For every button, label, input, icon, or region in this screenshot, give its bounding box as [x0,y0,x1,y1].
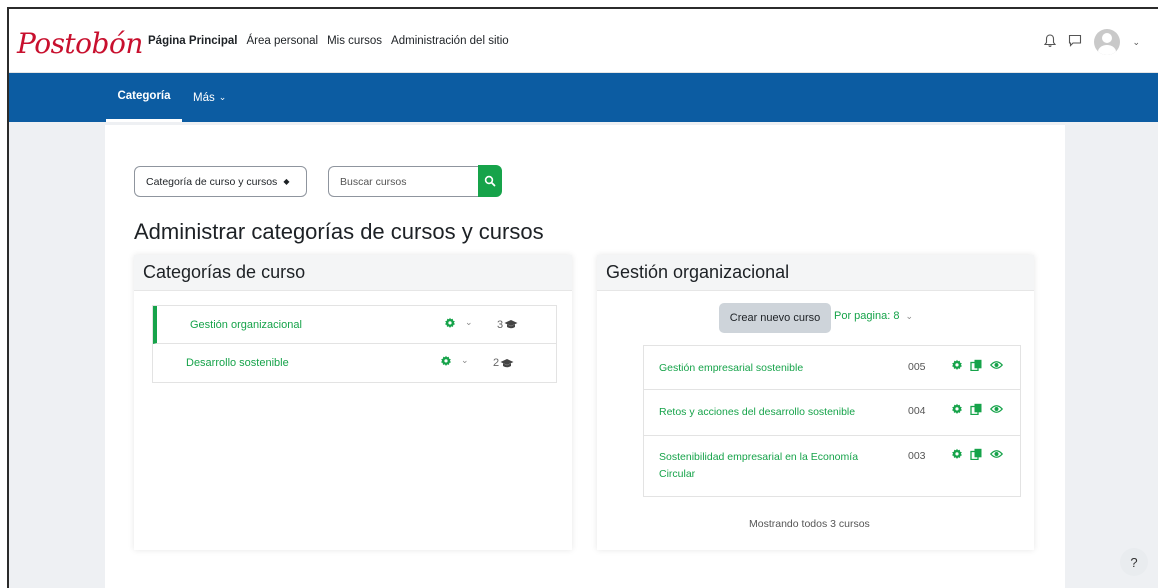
category-panel-heading: Categorías de curso [134,255,572,291]
course-count: 2 [493,357,514,369]
course-panel: Gestión organizacional Crear nuevo curso… [597,255,1034,550]
chevron-down-icon: ⌄ [218,92,227,102]
nav-pagina-principal[interactable]: Página Principal [148,35,237,47]
category-name[interactable]: Desarrollo sostenible [186,357,289,369]
browser-frame: Postobón Página Principal Área personal … [7,7,1158,588]
help-button[interactable]: ? [1120,548,1148,576]
tab-mas[interactable]: Más ⌄ [193,73,226,122]
search-icon [484,175,496,187]
course-id: 005 [908,361,926,373]
course-panel-heading: Gestión organizacional [597,255,1034,291]
secondary-nav: Categoría Más ⌄ [9,73,1158,122]
search-input[interactable]: Buscar cursos [328,166,478,197]
course-name[interactable]: Sostenibilidad empresarial en la Economí… [659,449,884,483]
list-item[interactable]: Desarrollo sostenible ⌄ 2 [153,344,556,382]
main-content: Categoría de curso y cursos ◆ Buscar cur… [105,125,1065,588]
avatar[interactable] [1094,29,1121,55]
nav-area-personal[interactable]: Área personal [246,35,318,47]
top-navbar: Postobón Página Principal Área personal … [9,9,1158,73]
create-course-button[interactable]: Crear nuevo curso [719,303,831,333]
list-item[interactable]: Gestión organizacional ⌄ 3 [153,306,556,344]
view-mode-select[interactable]: Categoría de curso y cursos ◆ [134,166,307,197]
copy-icon [970,448,982,460]
table-row[interactable]: Gestión empresarial sostenible 005 [644,346,1020,390]
course-name[interactable]: Retos y acciones del desarrollo sostenib… [659,404,855,421]
category-panel: Categorías de curso Gestión organizacion… [134,255,572,550]
copy-icon [970,403,982,415]
category-list: Gestión organizacional ⌄ 3 Desarrollo so… [152,305,557,383]
category-name[interactable]: Gestión organizacional [190,319,302,331]
graduation-cap-icon [504,320,518,329]
tab-mas-label: Más [193,91,215,104]
chevron-down-icon: ⌄ [905,311,914,321]
tab-categoria[interactable]: Categoría [106,73,182,122]
eye-icon [990,450,1003,458]
course-count-value: 3 [497,318,504,331]
bell-icon[interactable] [1044,33,1057,51]
primary-nav: Página Principal Área personal Mis curso… [148,9,509,73]
chevron-down-icon[interactable]: ⌄ [461,355,469,366]
view-mode-value: Categoría de curso y cursos [146,175,278,188]
course-count: 3 [497,319,518,331]
course-actions [951,448,1003,460]
graduation-cap-icon [500,358,514,367]
course-name[interactable]: Gestión empresarial sostenible [659,360,803,377]
course-id: 003 [908,450,926,462]
copy-icon [970,359,982,371]
page-title: Administrar categorías de cursos y curso… [134,219,544,244]
course-actions [951,403,1003,415]
eye-icon [990,361,1003,369]
eye-icon [990,405,1003,413]
gear-icon[interactable] [440,355,452,370]
course-id: 004 [908,405,926,417]
search-button[interactable] [478,165,502,197]
table-row[interactable]: Retos y acciones del desarrollo sostenib… [644,390,1020,436]
gear-icon [952,359,962,370]
site-logo[interactable]: Postobón [17,27,143,60]
top-icons: ⌄ [1044,29,1140,55]
chevron-down-icon[interactable]: ⌄ [465,317,473,328]
table-row[interactable]: Sostenibilidad empresarial en la Economí… [644,436,1020,496]
course-count-value: 2 [493,357,500,369]
course-actions [951,359,1003,371]
per-page-label: Por pagina: 8 [834,310,900,322]
gear-icon [952,403,962,414]
gear-icon [952,448,962,459]
course-count-summary: Mostrando todos 3 cursos [749,518,870,530]
course-list: Gestión empresarial sostenible 005 Retos… [643,345,1021,497]
select-arrows-icon: ◆ [283,177,290,186]
nav-administracion-sitio[interactable]: Administración del sitio [391,35,509,47]
chevron-down-icon[interactable]: ⌄ [1132,37,1140,48]
gear-icon[interactable] [444,317,456,332]
chat-icon[interactable] [1068,34,1082,50]
nav-mis-cursos[interactable]: Mis cursos [327,35,382,47]
per-page-select[interactable]: Por pagina: 8 ⌄ [834,310,913,322]
